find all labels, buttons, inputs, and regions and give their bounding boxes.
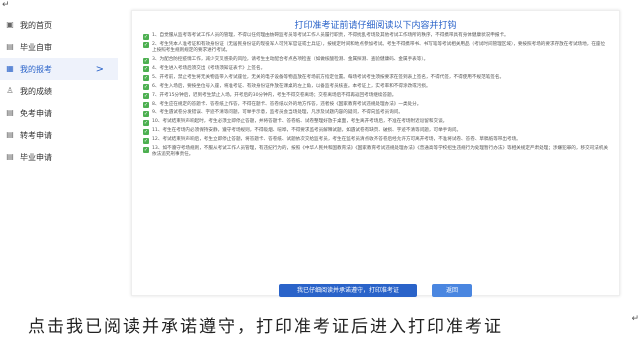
chevron-right-icon: > bbox=[95, 63, 104, 75]
sidebar-item[interactable]: ▦ 我的报考 > bbox=[0, 58, 118, 80]
button-row: 我已仔细阅读并承诺遵守，打印准考证 返回 bbox=[132, 277, 619, 297]
agree-checkbox[interactable]: ✓ bbox=[143, 146, 149, 153]
person-icon: ♙ bbox=[6, 86, 14, 95]
rule-item: ✓ 2、考生凭本人准考证和有效身份证（无居民身份证的现役军人可凭军官证或士兵证），… bbox=[143, 42, 609, 55]
rule-text: 12、考试结束铃声响后，考生立即停止答题，将答题卡、答卷纸、试题依次交给监考员，… bbox=[152, 137, 521, 143]
rule-item: ✓ 6、考生入场后，要按坐位号入座，将准考证、有效身份证件放在课桌的左上角，以备监… bbox=[143, 84, 609, 91]
agree-checkbox[interactable]: ✓ bbox=[143, 102, 149, 109]
rule-item: ✓ 7、开考15分钟后，迟到考生禁止入场。开考后的30分钟内，考生不得交卷离场；交… bbox=[143, 93, 609, 100]
rule-item: ✓ 10、考试结束铃声响起时，考生必须立即停止答题，并将答题卡、答卷纸、试卷整理好… bbox=[143, 119, 609, 126]
sidebar-item-label: 免考申请 bbox=[20, 108, 52, 118]
sidebar-item-label: 我的报考 bbox=[20, 64, 52, 74]
agree-checkbox[interactable]: ✓ bbox=[143, 75, 149, 82]
rule-item: ✓ 5、开考前，禁止考生将无关物品带入考试座位，无关的电子设备等物品放在考场前方指… bbox=[143, 75, 609, 82]
sidebar-item-label: 毕业自审 bbox=[20, 42, 52, 52]
notice-panel: 打印准考证前请仔细阅读以下内容并打钩 ✓ 1、自觉服从监考等考试工作人员的管理，不… bbox=[131, 10, 620, 297]
list-icon: ▦ bbox=[6, 64, 14, 73]
sidebar-item[interactable]: ▤ 毕业申请 bbox=[0, 146, 118, 168]
agree-checkbox[interactable]: ✓ bbox=[143, 119, 149, 126]
rule-text: 8、考生应在规定的答题卡、答卷纸上作答，不得在题卡、答卷纸以外的地方作答，违者按… bbox=[152, 101, 422, 107]
agree-checkbox[interactable]: ✓ bbox=[143, 128, 149, 135]
caption-text: 点击我已阅读并承诺遵守，打印准考证后进入打印准考证 bbox=[28, 317, 503, 337]
rule-text: 3、为配合防控疫情工作，减少交叉感染的风险，请考生主动配合考点各项检查（如做核酸… bbox=[152, 57, 429, 63]
rule-text: 13、如不遵守考场规则，不服从考试工作人员管理，有违纪行为的，按照《中华人民共和… bbox=[152, 146, 609, 158]
paragraph-mark: ↵ bbox=[2, 0, 10, 10]
rule-item: ✓ 3、为配合防控疫情工作，减少交叉感染的风险，请考生主动配合考点各项检查（如做核… bbox=[143, 57, 609, 64]
rule-text: 5、开考前，禁止考生将无关物品带入考试座位，无关的电子设备等物品放在考场前方指定… bbox=[152, 74, 505, 80]
rule-item: ✓ 11、考生在考场内必须保持安静，遵守考场规则，不得吸烟、喧哗，不得要求监考员解… bbox=[143, 128, 609, 135]
sidebar-item[interactable]: ♙ 我的成绩 bbox=[0, 80, 118, 102]
paragraph-mark: ↵ bbox=[631, 314, 639, 324]
confirm-print-button[interactable]: 我已仔细阅读并承诺遵守，打印准考证 bbox=[278, 284, 417, 297]
doc-icon: ▤ bbox=[6, 130, 14, 139]
rule-item: ✓ 9、考生遇试卷分发错误、字迹不清等问题，可举手示意，监考员会当场处理，凡涉及试… bbox=[143, 110, 609, 117]
agree-checkbox[interactable]: ✓ bbox=[143, 42, 149, 49]
sidebar-item[interactable]: ▤ 毕业自审 bbox=[0, 36, 118, 58]
rule-text: 11、考生在考场内必须保持安静，遵守考场规则，不得吸烟、喧哗，不得要求监考员解释… bbox=[152, 128, 462, 134]
agree-checkbox[interactable]: ✓ bbox=[143, 66, 149, 73]
doc-icon: ▤ bbox=[6, 108, 14, 117]
sidebar-item[interactable]: ▣ 我的首页 bbox=[0, 14, 118, 36]
agree-checkbox[interactable]: ✓ bbox=[143, 93, 149, 100]
rule-text: 6、考生入场后，要按坐位号入座，将准考证、有效身份证件放在课桌的左上角，以备监考… bbox=[152, 83, 431, 89]
rule-item: ✓ 13、如不遵守考场规则，不服从考试工作人员管理，有违纪行为的，按照《中华人民共… bbox=[143, 146, 609, 159]
rules-list: ✓ 1、自觉服从监考等考试工作人员的管理，不得以任何理由妨碍监考员等考试工作人员履… bbox=[143, 33, 609, 161]
rule-item: ✓ 12、考试结束铃声响后，考生立即停止答题，将答题卡、答卷纸、试题依次交给监考员… bbox=[143, 137, 609, 144]
agree-checkbox[interactable]: ✓ bbox=[143, 137, 149, 144]
doc-icon: ▤ bbox=[6, 42, 14, 51]
rule-text: 7、开考15分钟后，迟到考生禁止入场。开考后的30分钟内，考生不得交卷离场；交卷… bbox=[152, 92, 397, 98]
rule-text: 2、考生凭本人准考证和有效身份证（无居民身份证的现役军人可凭军官证或士兵证），按… bbox=[152, 41, 606, 54]
home-icon: ▣ bbox=[6, 20, 14, 29]
sidebar-item[interactable]: ▤ 免考申请 bbox=[0, 102, 118, 124]
rule-text: 1、自觉服从监考等考试工作人员的管理，不得以任何理由妨碍监考员等考试工作人员履行… bbox=[152, 33, 509, 38]
agree-checkbox[interactable]: ✓ bbox=[143, 84, 149, 91]
rule-item: ✓ 4、考生进入考场后须交出《考场须知证表卡》上签名。 bbox=[143, 66, 609, 73]
rule-text: 9、考生遇试卷分发错误、字迹不清等问题，可举手示意，监考员会当场处理，凡涉及试题… bbox=[152, 110, 403, 116]
agree-checkbox[interactable]: ✓ bbox=[143, 33, 149, 40]
rule-item: ✓ 1、自觉服从监考等考试工作人员的管理，不得以任何理由妨碍监考员等考试工作人员履… bbox=[143, 33, 609, 40]
back-button[interactable]: 返回 bbox=[432, 284, 473, 297]
sidebar: ▣ 我的首页 ▤ 毕业自审 ▦ 我的报考 > ♙ 我的成绩 ▤ 免考申请 ▤ 转考申请 ▤ 毕业申请 bbox=[0, 14, 118, 168]
sidebar-item-label: 我的首页 bbox=[20, 20, 52, 30]
agree-checkbox[interactable]: ✓ bbox=[143, 110, 149, 117]
rule-item: ✓ 8、考生应在规定的答题卡、答卷纸上作答，不得在题卡、答卷纸以外的地方作答，违者… bbox=[143, 102, 609, 109]
sidebar-item-label: 转考申请 bbox=[20, 130, 52, 140]
agree-checkbox[interactable]: ✓ bbox=[143, 57, 149, 64]
rule-text: 4、考生进入考场后须交出《考场须知证表卡》上签名。 bbox=[152, 65, 266, 71]
panel-title: 打印准考证前请仔细阅读以下内容并打钩 bbox=[294, 21, 457, 31]
sidebar-item-label: 我的成绩 bbox=[20, 86, 52, 96]
sidebar-item[interactable]: ▤ 转考申请 bbox=[0, 124, 118, 146]
doc-icon: ▤ bbox=[6, 152, 14, 161]
rule-text: 10、考试结束铃声响起时，考生必须立即停止答题，并将答题卡、答卷纸、试卷整理好放… bbox=[152, 119, 448, 125]
sidebar-item-label: 毕业申请 bbox=[20, 152, 52, 162]
